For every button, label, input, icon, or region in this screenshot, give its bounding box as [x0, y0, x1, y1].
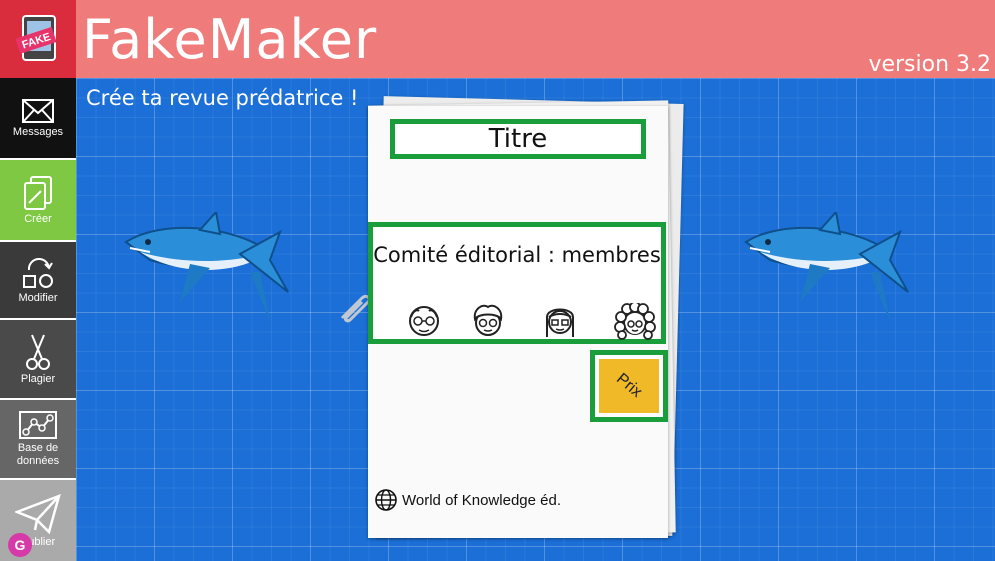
g-badge-icon[interactable]: G — [8, 533, 32, 557]
sidebar-item-messages[interactable]: Messages — [0, 78, 76, 160]
app-logo: FAKE — [0, 0, 76, 78]
price-label: Prix — [613, 370, 646, 401]
shapes-icon — [23, 258, 53, 288]
app-title: FakeMaker — [82, 8, 378, 71]
sidebar-item-label: Créer — [24, 213, 52, 225]
committee-label: Comité éditorial : membres — [373, 243, 661, 267]
paper-plane-icon — [15, 493, 61, 534]
face-bald-man-icon — [409, 306, 439, 336]
version-label: version 3.2 — [868, 52, 991, 77]
face-curly-woman-icon — [614, 303, 656, 340]
publisher-line: World of Knowledge éd. — [374, 488, 561, 512]
sidebar-item-label: Plagier — [20, 373, 56, 385]
network-icon — [19, 411, 57, 439]
page-subtitle: Crée ta revue prédatrice ! — [86, 86, 359, 110]
shark-icon — [744, 212, 909, 322]
sidebar-item-label: Messages — [12, 126, 64, 138]
scissors-icon — [26, 334, 50, 370]
documents-icon — [24, 176, 52, 210]
sidebar-item-plagier[interactable]: Plagier — [0, 320, 76, 400]
shark-icon — [124, 212, 289, 322]
envelope-icon — [22, 99, 54, 123]
price-badge: Prix — [599, 359, 659, 413]
sidebar-item-creer[interactable]: Créer — [0, 160, 76, 242]
price-field[interactable]: Prix — [590, 350, 668, 422]
editorial-committee-field[interactable]: Comité éditorial : membres — [368, 222, 666, 344]
publisher-name: World of Knowledge éd. — [402, 491, 561, 509]
sidebar-item-label: Modifier — [18, 292, 58, 304]
sidebar-item-modifier[interactable]: Modifier — [0, 242, 76, 320]
sidebar-item-base-de-donnees[interactable]: Base de données — [0, 400, 76, 480]
fake-logo-icon: FAKE — [15, 15, 57, 61]
face-woman-glasses-icon — [546, 308, 574, 337]
globe-icon — [375, 489, 397, 511]
journal-title-field[interactable]: Titre — [390, 119, 646, 159]
sidebar: Messages Créer Modifier Plagier Base de … — [0, 78, 76, 561]
face-curly-hair-icon — [473, 304, 503, 336]
sidebar-item-label: Base de données — [16, 442, 60, 467]
app-header: FAKE FakeMaker version 3.2 — [0, 0, 995, 78]
